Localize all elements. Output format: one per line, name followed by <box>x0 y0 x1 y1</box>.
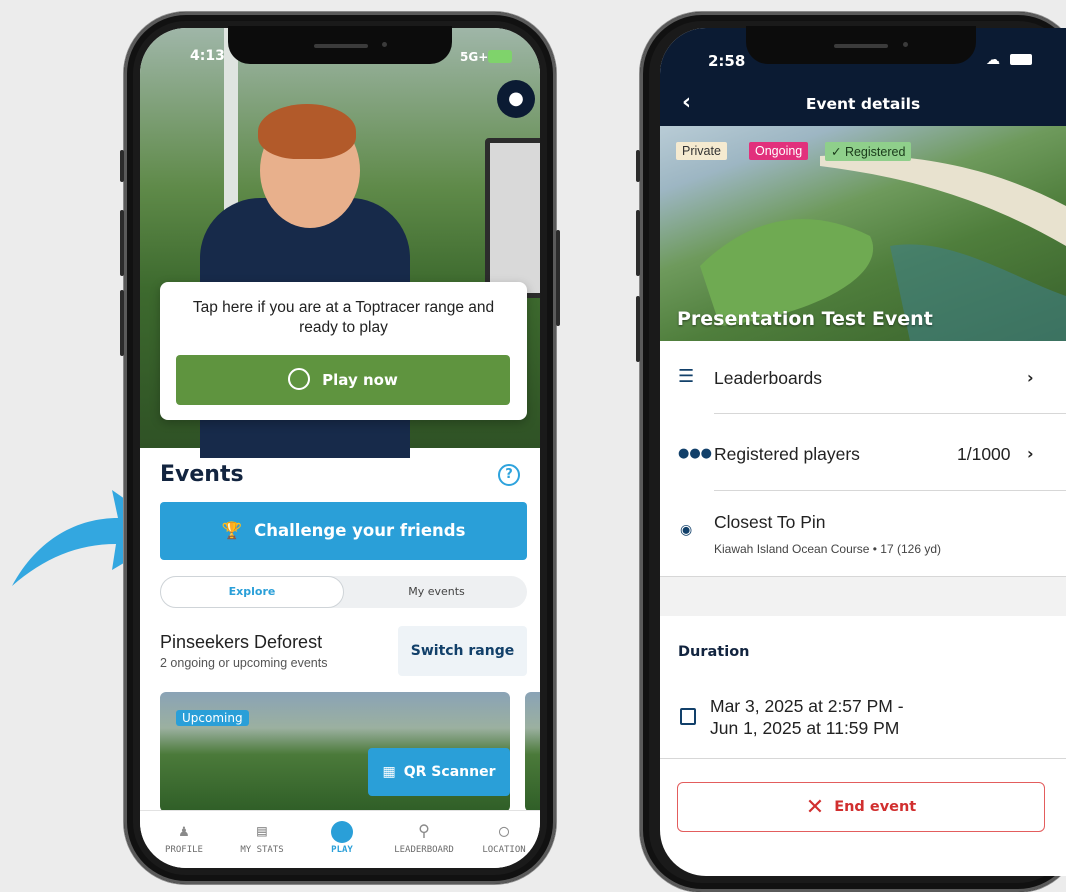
header-title: Event details <box>805 95 921 113</box>
section-spacer <box>660 576 1066 616</box>
closest-to-pin-icon: ◉ <box>680 522 693 538</box>
left-screen: 4:13 5G+ ● Tap here if you are at a Topt… <box>140 28 540 868</box>
tab-profile[interactable]: ♟ PROFILE <box>154 821 214 855</box>
calendar-icon <box>680 708 696 725</box>
course-info: Kiawah Island Ocean Course • 17 (126 yd) <box>714 542 941 556</box>
challenge-label: Challenge your friends <box>254 521 466 540</box>
tab-play[interactable]: PLAY <box>312 821 372 855</box>
range-name: Pinseekers Deforest <box>160 632 323 652</box>
range-subtitle: 2 ongoing or upcoming events <box>160 656 328 670</box>
private-badge: Private <box>676 142 727 160</box>
wifi-icon: ☁ <box>986 52 1000 68</box>
registered-count: 1/1000 <box>957 444 1011 464</box>
right-notch <box>746 26 976 64</box>
side-button <box>120 150 124 182</box>
trophy-icon: 🏆 <box>221 521 243 540</box>
right-screen: 2:58 ☁ ‹ Event details Private Ongoing ✓… <box>660 28 1066 876</box>
play-icon <box>331 821 353 843</box>
tab-my-events[interactable]: My events <box>346 576 527 608</box>
qr-scanner-button[interactable]: ▦ QR Scanner <box>368 748 510 796</box>
registered-players-label: Registered players <box>714 444 860 464</box>
events-title: Events <box>160 462 244 487</box>
event-name: Presentation Test Event <box>677 308 933 330</box>
course-image: Private Ongoing ✓ Registered Presentatio… <box>660 126 1066 341</box>
tap-to-play-card[interactable]: Tap here if you are at a Toptracer range… <box>160 282 527 420</box>
leaderboards-label: Leaderboards <box>714 368 822 388</box>
duration-title: Duration <box>678 644 750 660</box>
stats-icon: ▤ <box>257 821 267 840</box>
status-time: 2:58 <box>708 52 746 70</box>
qr-icon: ▦ <box>382 764 396 780</box>
side-button <box>636 296 640 362</box>
side-button <box>636 210 640 276</box>
duration-start: Mar 3, 2025 at 2:57 PM - <box>710 696 904 716</box>
notification-bell-icon[interactable]: ● <box>497 80 535 118</box>
tab-explore[interactable]: Explore <box>160 576 344 608</box>
players-icon: ●●● <box>678 446 713 461</box>
play-now-button[interactable]: Play now <box>176 355 510 405</box>
qr-scanner-label: QR Scanner <box>403 764 496 780</box>
help-icon[interactable]: ? <box>498 464 520 486</box>
events-segment-control: Explore My events <box>160 576 527 608</box>
status-network: 5G+ <box>460 50 489 64</box>
registered-badge: ✓ Registered <box>825 142 912 161</box>
switch-range-button[interactable]: Switch range <box>398 626 527 676</box>
left-notch <box>228 26 452 64</box>
upcoming-badge: Upcoming <box>176 710 249 726</box>
trophy-icon: ⚲ <box>418 821 430 840</box>
location-pin-icon: ◯ <box>499 821 509 840</box>
event-card[interactable]: Upcoming ▦ QR Scanner <box>160 692 510 812</box>
side-button <box>120 290 124 356</box>
end-event-button[interactable]: ✕ End event <box>677 782 1045 832</box>
battery-icon <box>488 50 512 63</box>
chevron-right-icon: › <box>1027 444 1034 463</box>
leaderboard-icon: ☰ <box>678 366 695 387</box>
game-mode-label: Closest To Pin <box>714 512 826 532</box>
profile-icon: ♟ <box>179 821 189 840</box>
ongoing-badge: Ongoing <box>749 142 809 160</box>
tab-my-stats[interactable]: ▤ MY STATS <box>232 821 292 855</box>
play-circle-icon <box>288 368 311 390</box>
status-time: 4:13 <box>190 48 225 64</box>
duration-end: Jun 1, 2025 at 11:59 PM <box>710 718 900 738</box>
side-button <box>636 150 640 182</box>
end-event-label: End event <box>834 799 917 815</box>
tab-location[interactable]: ◯ LOCATION <box>474 821 534 855</box>
close-x-icon: ✕ <box>805 795 825 820</box>
event-card-next[interactable] <box>525 692 540 812</box>
challenge-friends-button[interactable]: 🏆 Challenge your friends <box>160 502 527 560</box>
bottom-tab-bar: ♟ PROFILE ▤ MY STATS PLAY ⚲ LEADERBOARD ◯ LO… <box>140 810 540 868</box>
play-now-label: Play now <box>322 371 398 389</box>
battery-icon <box>1010 54 1032 65</box>
chevron-right-icon: › <box>1027 368 1034 387</box>
tab-leaderboard[interactable]: ⚲ LEADERBOARD <box>386 821 462 855</box>
side-button <box>556 230 560 326</box>
side-button <box>120 210 124 276</box>
tap-card-text: Tap here if you are at a Toptracer range… <box>192 299 495 336</box>
